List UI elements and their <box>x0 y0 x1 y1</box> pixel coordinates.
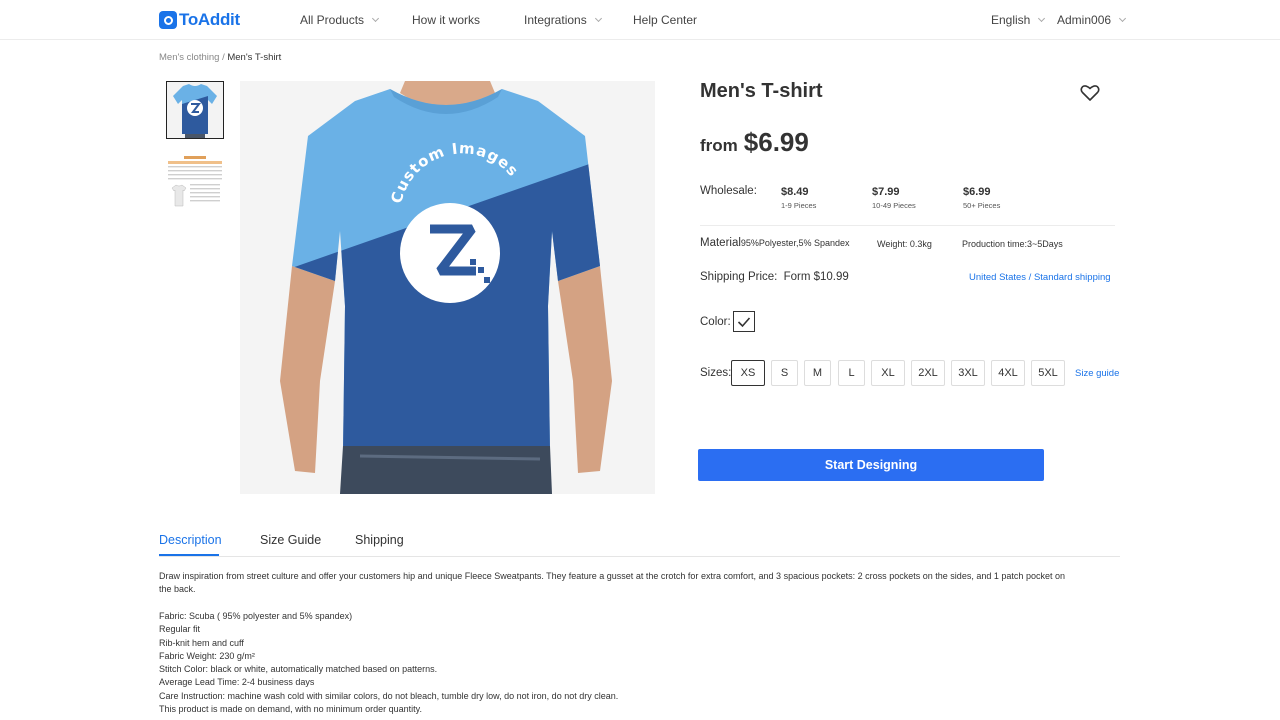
breadcrumb: Men's clothing / Men's T-shirt <box>159 52 281 63</box>
description-line: Regular fit <box>159 624 201 635</box>
tier-quantity: 1-9 Pieces <box>781 201 817 210</box>
brand-logo[interactable]: ToAddit <box>159 10 240 30</box>
favorite-heart-icon[interactable] <box>1080 84 1100 102</box>
color-label: Color: <box>700 316 731 328</box>
thumbnail-size-chart[interactable] <box>166 154 224 212</box>
chevron-down-icon <box>1038 14 1046 23</box>
chevron-down-icon <box>371 14 380 23</box>
breadcrumb-current: Men's T-shirt <box>227 52 282 63</box>
description-line: Care Instruction: machine wash cold with… <box>159 690 619 701</box>
size-option-s[interactable]: S <box>771 360 798 386</box>
size-option-5xl[interactable]: 5XL <box>1031 360 1065 386</box>
production-time: Production time:3~5Days <box>962 239 1063 249</box>
price-from-label: from <box>700 136 738 155</box>
size-option-xs[interactable]: XS <box>731 360 765 386</box>
wholesale-tier: $8.49 1-9 Pieces <box>781 186 816 210</box>
nav-all-products-label: All Products <box>300 13 365 27</box>
language-selector[interactable]: English <box>991 13 1046 27</box>
description-line: Stitch Color: black or white, automatica… <box>159 664 438 675</box>
tier-quantity: 10-49 Pieces <box>872 201 916 210</box>
nav-help-center-label: Help Center <box>633 13 698 27</box>
wholesale-tier: $7.99 10-49 Pieces <box>872 186 916 210</box>
size-option-m[interactable]: M <box>804 360 831 386</box>
color-swatch-selected[interactable] <box>733 311 755 332</box>
shipping-label: Shipping Price: <box>700 271 778 283</box>
tier-price: $8.49 <box>781 186 809 198</box>
nav-how-it-works[interactable]: How it works <box>412 13 480 27</box>
shipping-value: Form $10.99 <box>783 271 849 283</box>
breadcrumb-separator: / <box>222 52 225 63</box>
tab-description[interactable]: Description <box>159 533 222 547</box>
divider <box>700 225 1115 226</box>
tab-shipping[interactable]: Shipping <box>355 533 404 547</box>
sizes-label: Sizes: <box>700 367 732 379</box>
material-label: Material <box>700 237 741 249</box>
main-product-image: Custom Images <box>240 81 655 494</box>
wholesale-label: Wholesale: <box>700 185 757 197</box>
size-option-2xl[interactable]: 2XL <box>911 360 945 386</box>
brand-name: ToAddit <box>179 10 240 29</box>
description-line: Rib-knit hem and cuff <box>159 637 244 648</box>
start-designing-button[interactable]: Start Designing <box>698 449 1044 481</box>
size-guide-link[interactable]: Size guide <box>1075 368 1119 379</box>
nav-all-products[interactable]: All Products <box>300 13 380 27</box>
thumbnail-image <box>167 82 223 138</box>
description-intro: Draw inspiration from street culture and… <box>159 571 1065 595</box>
thumbnail-tshirt-front[interactable] <box>166 81 224 139</box>
user-name: Admin006 <box>1057 13 1112 27</box>
thumbnail-image <box>166 154 224 212</box>
checkmark-icon <box>737 316 751 327</box>
tier-quantity: 50+ Pieces <box>963 201 1001 210</box>
chevron-down-icon <box>1119 14 1127 23</box>
product-title: Men's T-shirt <box>700 80 823 102</box>
user-menu[interactable]: Admin006 <box>1057 13 1127 27</box>
nav-help-center[interactable]: Help Center <box>633 13 697 27</box>
size-option-3xl[interactable]: 3XL <box>951 360 985 386</box>
nav-how-it-works-label: How it works <box>412 13 481 27</box>
wholesale-tier: $6.99 50+ Pieces <box>963 186 1000 210</box>
description-line: Fabric: Scuba ( 95% polyester and 5% spa… <box>159 611 353 621</box>
weight-info: Weight: 0.3kg <box>877 239 932 249</box>
tabs-divider <box>159 556 1120 557</box>
logo-icon <box>159 11 177 29</box>
material-value: 95%Polyester,5% Spandex <box>740 238 850 248</box>
size-option-xl[interactable]: XL <box>871 360 905 386</box>
description-line: Fabric Weight: 230 g/m² <box>159 650 255 661</box>
language-label: English <box>991 13 1031 27</box>
description-line: Average Lead Time: 2-4 business days <box>159 677 315 688</box>
price-value: $6.99 <box>743 127 809 157</box>
size-option-l[interactable]: L <box>838 360 865 386</box>
top-navigation-bar: ToAddit All Products How it works Integr… <box>0 0 1280 40</box>
description-line: This product is made on demand, with no … <box>159 704 422 715</box>
shipping-price: Shipping Price: Form $10.99 <box>700 271 849 283</box>
shipping-region-link[interactable]: United States / Standard shipping <box>969 272 1111 283</box>
tshirt-illustration: Custom Images <box>240 81 655 494</box>
nav-integrations[interactable]: Integrations <box>524 13 602 27</box>
breadcrumb-parent[interactable]: Men's clothing <box>159 52 219 63</box>
description-details: Fabric: Scuba ( 95% polyester and 5% spa… <box>159 610 1065 716</box>
material-info: Material95%Polyester,5% Spandex <box>700 237 849 249</box>
nav-integrations-label: Integrations <box>524 13 587 27</box>
tab-size-guide[interactable]: Size Guide <box>260 533 321 547</box>
price-display: from $6.99 <box>700 127 809 158</box>
tier-price: $6.99 <box>963 186 991 198</box>
active-tab-indicator <box>159 554 219 556</box>
chevron-down-icon <box>594 14 602 23</box>
tier-price: $7.99 <box>872 186 900 198</box>
size-option-4xl[interactable]: 4XL <box>991 360 1025 386</box>
